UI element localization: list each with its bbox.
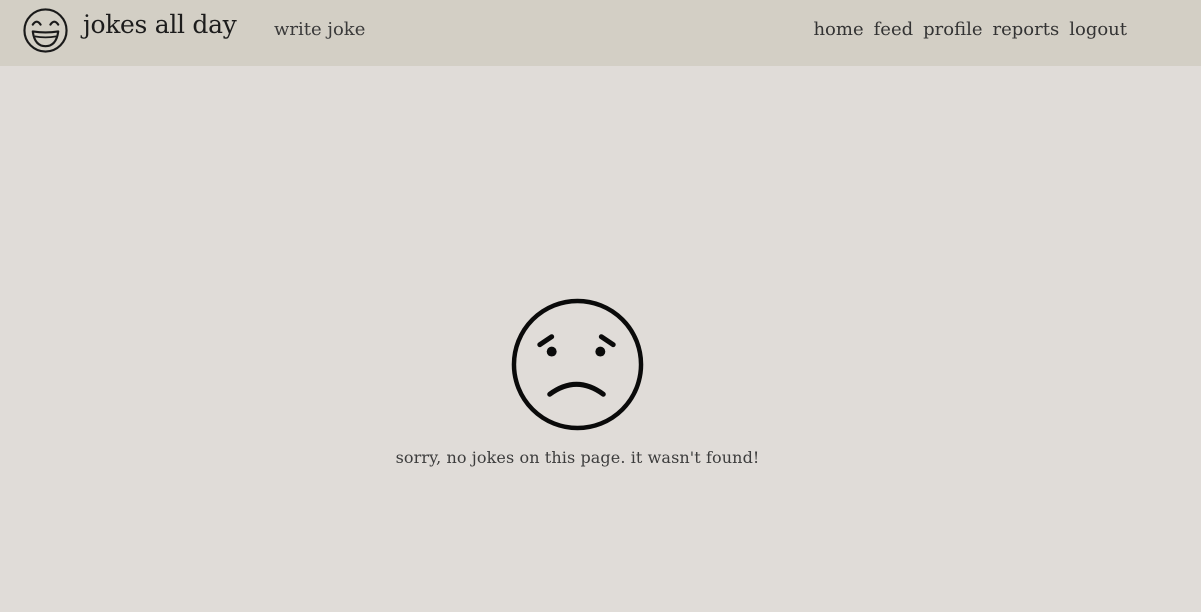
nav-profile-link[interactable]: profile [923, 19, 982, 40]
laughing-face-icon[interactable] [22, 7, 69, 54]
not-found-message: sorry, no jokes on this page. it wasn't … [395, 448, 760, 467]
navbar: jokes all day write joke home feed profi… [0, 0, 1201, 66]
nav-logout-link[interactable]: logout [1069, 19, 1127, 40]
write-joke-link[interactable]: write joke [274, 19, 365, 40]
brand-link[interactable]: jokes all day [83, 10, 237, 39]
nav-home-link[interactable]: home [813, 19, 863, 40]
sad-face-icon [511, 298, 644, 431]
nav-feed-link[interactable]: feed [874, 19, 914, 40]
main-nav: home feed profile reports logout [813, 19, 1127, 40]
nav-reports-link[interactable]: reports [993, 19, 1060, 40]
